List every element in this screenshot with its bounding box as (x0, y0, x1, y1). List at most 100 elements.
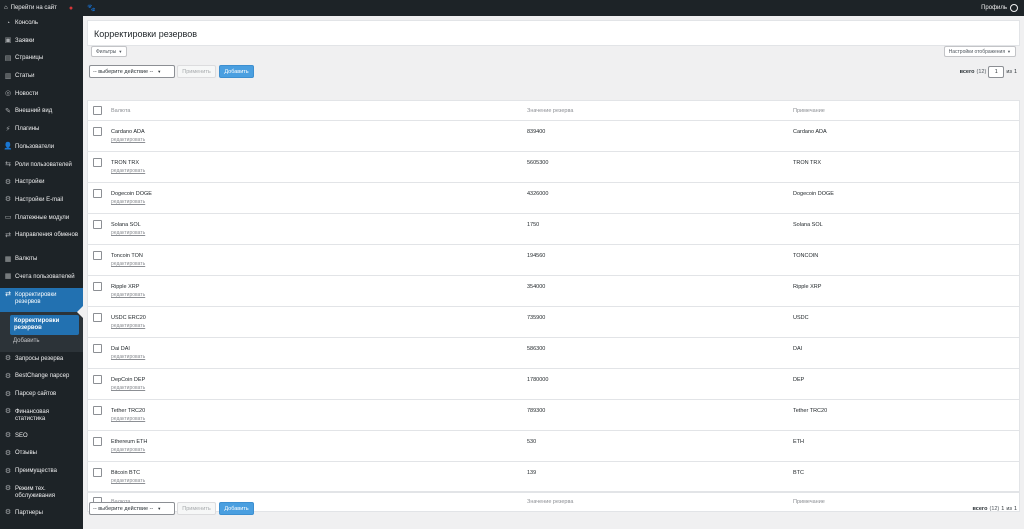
filters-button[interactable]: Фильтры ▼ (91, 46, 128, 57)
row-checkbox[interactable] (93, 251, 102, 260)
sidebar-item-news[interactable]: ◎ Новости (0, 87, 83, 105)
caret-down-icon: ▼ (118, 49, 123, 54)
sidebar-item-articles[interactable]: ▥ Статьи (0, 69, 83, 87)
add-button-top[interactable]: Добавить (219, 65, 254, 78)
sidebar-item-site-parser[interactable]: ⚙ Парсер сайтов (0, 387, 83, 405)
sidebar-item-payment-modules[interactable]: ▭ Платежные модули (0, 211, 83, 229)
cell-reserve: 735900 (527, 315, 546, 321)
row-checkbox[interactable] (93, 158, 102, 167)
sidebar-item-bestchange-parser[interactable]: ⚙ BestChange парсер (0, 369, 83, 387)
sidebar-item-advantages[interactable]: ⚙ Преимущества (0, 464, 83, 482)
edit-link[interactable]: редактировать (111, 478, 145, 484)
cell-reserve: 1780000 (527, 377, 549, 383)
sidebar-item-users[interactable]: 👤 Пользователи (0, 140, 83, 158)
finance-stats-icon: ⚙ (4, 408, 12, 416)
cell-currency: Solana SOL (111, 222, 141, 228)
sidebar-item-pages[interactable]: ▤ Страницы (0, 51, 83, 69)
sidebar-item-exchange-directions[interactable]: ⇄ Направления обменов (0, 228, 83, 252)
sidebar-item-user-roles[interactable]: ⇆ Роли пользователей (0, 158, 83, 176)
row-checkbox[interactable] (93, 375, 102, 384)
cell-reserve: 530 (527, 439, 537, 445)
sidebar-item-finance-stats[interactable]: ⚙ Финансовая статистика (0, 405, 83, 429)
sidebar-item-appearance[interactable]: ✎ Внешний вид (0, 104, 83, 122)
apply-button-bottom[interactable]: Применить (177, 502, 216, 515)
cell-reserve: 194560 (527, 253, 546, 259)
edit-link[interactable]: редактировать (111, 385, 145, 391)
header-note[interactable]: Примечание (793, 108, 825, 114)
table-row: USDC ERC20 редактировать 735900 USDC (88, 307, 1019, 338)
row-checkbox[interactable] (93, 313, 102, 322)
seo-icon: ⚙ (4, 432, 12, 440)
sidebar-item-reviews[interactable]: ⚙ Отзывы (0, 446, 83, 464)
sidebar-item-reserve-adjustments[interactable]: ⇄ Корректировки резервов (0, 287, 83, 312)
reserve-requests-icon: ⚙ (4, 355, 12, 363)
row-checkbox[interactable] (93, 282, 102, 291)
row-checkbox[interactable] (93, 220, 102, 229)
edit-link[interactable]: редактировать (111, 416, 145, 422)
visit-site-link[interactable]: ⌂ Перейти на сайт (4, 5, 57, 11)
table-header: Валюта Значение резерва Примечание (88, 101, 1019, 121)
edit-link[interactable]: редактировать (111, 292, 145, 298)
bulk-action-select-top[interactable]: -- выберите действие -- ▼ (89, 65, 175, 78)
cell-note: DEP (793, 377, 805, 383)
edit-link[interactable]: редактировать (111, 230, 145, 236)
footer-reserve-value[interactable]: Значение резерва (527, 499, 573, 505)
cell-note: Cardano ADA (793, 129, 827, 135)
header-currency[interactable]: Валюта (111, 108, 130, 114)
table-row: Solana SOL редактировать 1750 Solana SOL (88, 214, 1019, 245)
articles-icon: ▥ (4, 72, 12, 80)
edit-link[interactable]: редактировать (111, 261, 145, 267)
page-number-input[interactable]: 1 (988, 65, 1005, 78)
exchange-directions-icon: ⇄ (5, 231, 11, 239)
edit-link[interactable]: редактировать (111, 199, 145, 205)
sidebar-item-seo[interactable]: ⚙ SEO (0, 429, 83, 447)
apply-button-top[interactable]: Применить (177, 65, 216, 78)
submenu-item-reserve-adjustments[interactable]: Корректировки резервов (10, 314, 79, 335)
sidebar-item-console[interactable]: ◔ Консоль (0, 16, 83, 34)
bulk-action-select-bottom[interactable]: -- выберите действие -- ▼ (89, 502, 175, 515)
sidebar-item-plugins[interactable]: ⚡ Плагины (0, 122, 83, 140)
footer-note[interactable]: Примечание (793, 499, 825, 505)
sidebar-item-reserve-requests[interactable]: ⚙ Запросы резерва (0, 352, 83, 370)
cell-reserve: 1750 (527, 222, 540, 228)
sidebar-item-currencies[interactable]: ▦ Валюты (0, 252, 83, 270)
select-all-checkbox[interactable] (93, 106, 102, 115)
cell-note: TRON TRX (793, 160, 822, 166)
edit-link[interactable]: редактировать (111, 137, 145, 143)
row-checkbox[interactable] (93, 189, 102, 198)
sidebar-item-requests[interactable]: ▣ Заявки (0, 34, 83, 52)
advantages-icon: ⚙ (4, 467, 12, 475)
edit-link[interactable]: редактировать (111, 354, 145, 360)
reviews-icon: ⚙ (4, 449, 12, 457)
table-row: Ethereum ETH редактировать 530 ETH (88, 431, 1019, 462)
row-checkbox[interactable] (93, 468, 102, 477)
sidebar-item-settings[interactable]: ⚙ Настройки (0, 175, 83, 193)
profile-menu[interactable]: Профиль (981, 4, 1024, 12)
cell-note: ETH (793, 439, 804, 445)
cell-currency: Tether TRC20 (111, 408, 146, 414)
edit-link[interactable]: редактировать (111, 323, 145, 329)
header-reserve-value[interactable]: Значение резерва (527, 108, 573, 114)
table-row: Tether TRC20 редактировать 789300 Tether… (88, 400, 1019, 431)
edit-link[interactable]: редактировать (111, 447, 145, 453)
sidebar-item-partners[interactable]: ⚙ Партнеры (0, 506, 83, 524)
chevron-down-icon: ▼ (157, 69, 162, 74)
display-settings-button[interactable]: Настройки отображения ▼ (943, 46, 1016, 57)
sidebar-item-user-accounts[interactable]: ▦ Счета пользователей (0, 270, 83, 288)
main-content: Корректировки резервов Фильтры ▼ Настройк… (83, 16, 1024, 529)
row-checkbox[interactable] (93, 437, 102, 446)
row-checkbox[interactable] (93, 127, 102, 136)
row-checkbox[interactable] (93, 406, 102, 415)
row-checkbox[interactable] (93, 344, 102, 353)
cell-reserve: 354000 (527, 284, 546, 290)
users-icon: 👤 (3, 143, 13, 151)
requests-icon: ▣ (4, 37, 12, 45)
sidebar-item-maintenance[interactable]: ⚙ Режим тех. обслуживания (0, 482, 83, 506)
sidebar-item-email-settings[interactable]: ⚙ Настройки E-mail (0, 193, 83, 211)
paw-icon[interactable]: 🐾 (87, 4, 96, 12)
edit-link[interactable]: редактировать (111, 168, 145, 174)
add-button-bottom[interactable]: Добавить (219, 502, 254, 515)
submenu-item-add[interactable]: Добавить (0, 335, 83, 348)
cell-currency: Dai DAI (111, 346, 130, 352)
cell-reserve: 139 (527, 470, 537, 476)
